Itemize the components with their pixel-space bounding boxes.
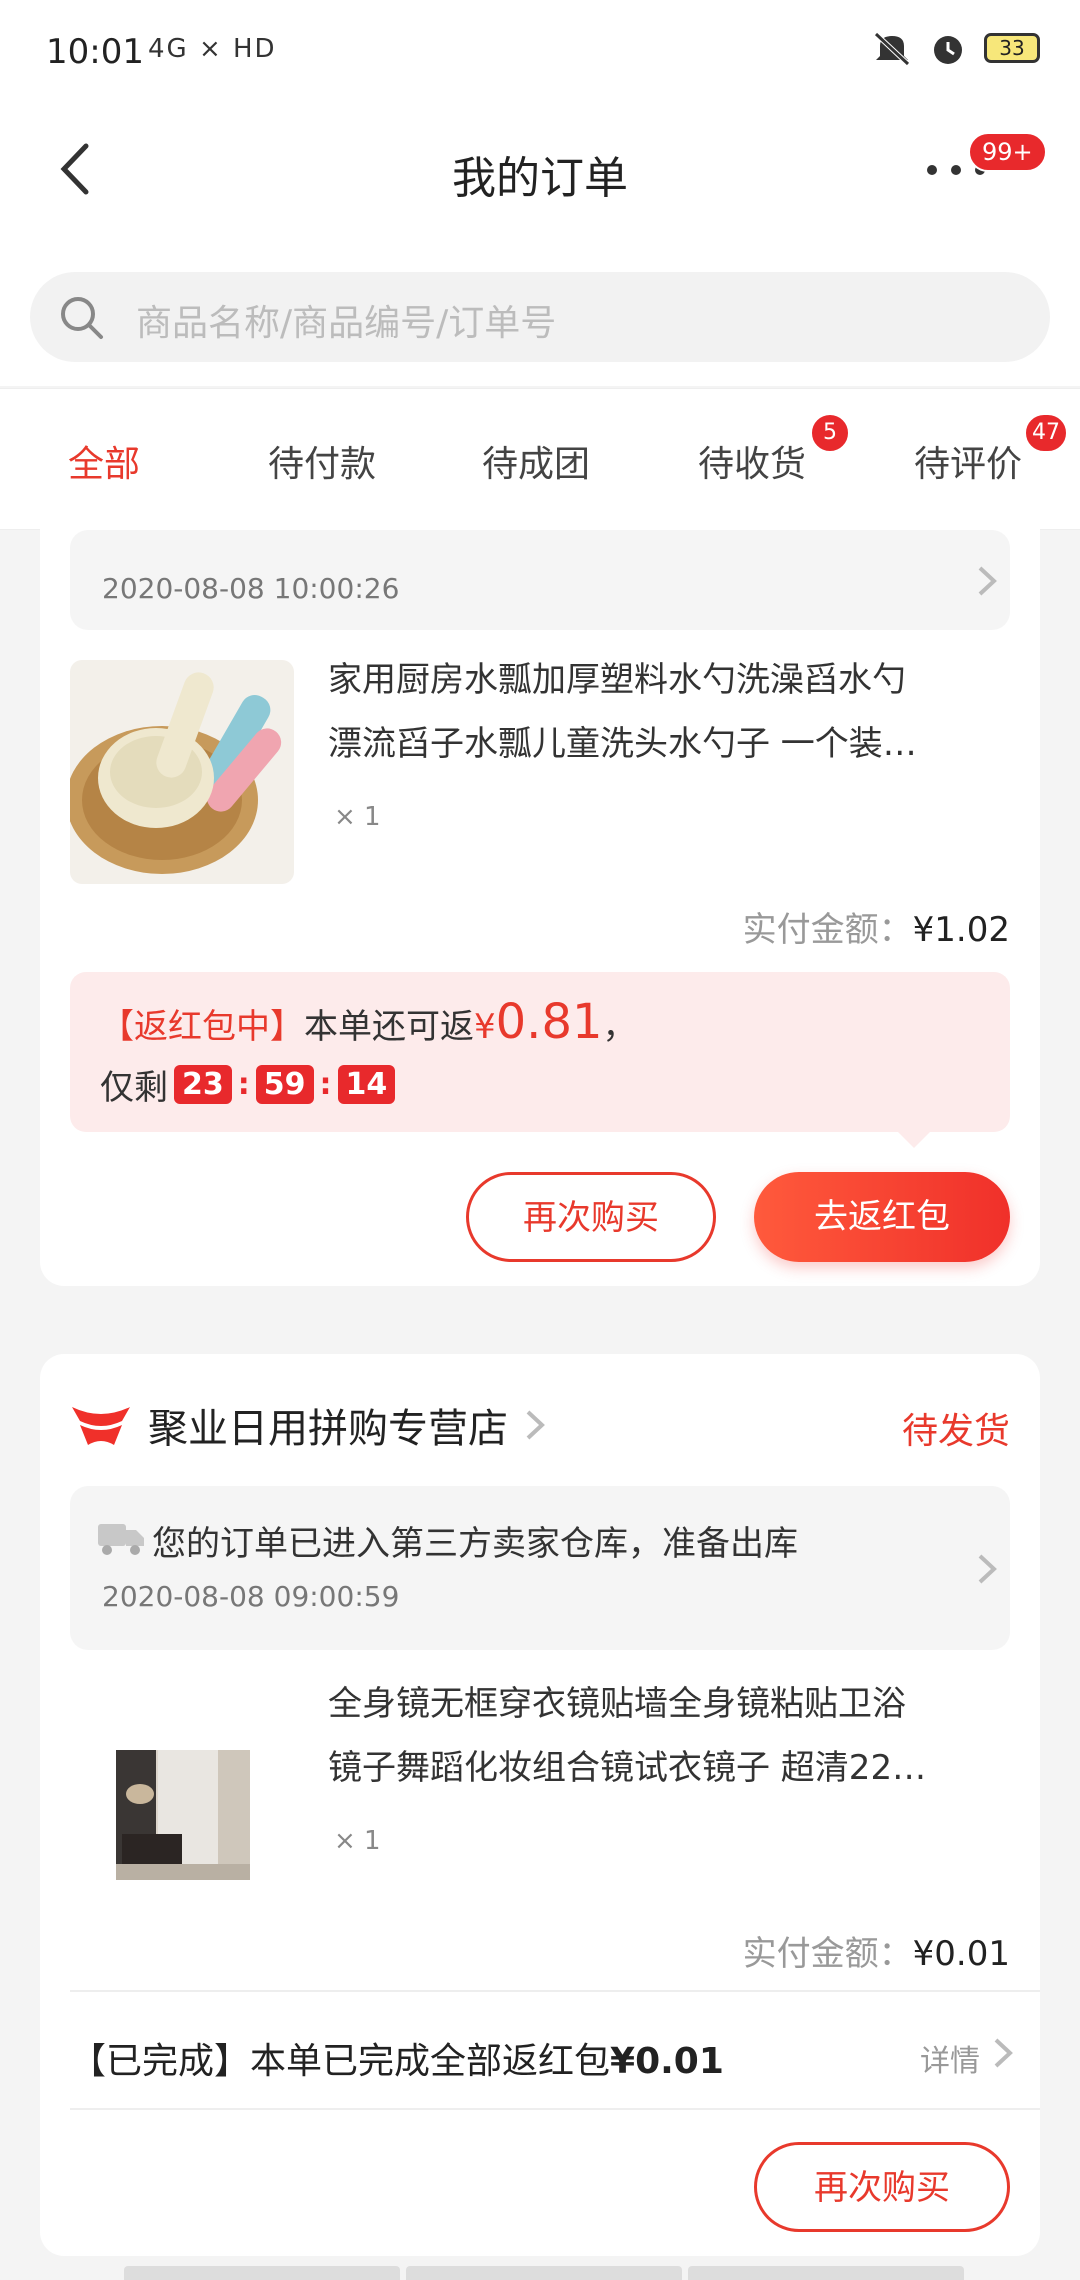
tab-all[interactable]: 全部 [68,435,140,487]
order-card: 2020-08-08 10:00:26 家用厨房水瓢加厚塑料水勺洗澡舀水勺 漂流… [40,520,1040,1286]
done-text: 本单已完成全部返红包 [250,2041,611,2082]
tab-pending-payment[interactable]: 待付款 [268,435,376,487]
product-image[interactable] [70,1684,294,1908]
nav-bar: 我的订单 99+ [0,104,1080,234]
alarm-icon [934,36,962,64]
shop-logo-icon [72,1407,130,1445]
rebate-complete-row[interactable]: 【已完成】本单已完成全部返红包¥0.01 详情 [70,1990,1040,2110]
paid-value: ¥1.02 [912,910,1010,950]
bottom-edge [124,2266,964,2280]
network-indicator: 4G × HD [148,34,277,64]
rebate-comma: ， [602,1007,637,1047]
rebate-tag: 【返红包中】 [100,1007,304,1047]
paid-value: ¥0.01 [912,1934,1010,1974]
done-tag: 【已完成】 [70,2041,251,2082]
product-title-line1[interactable]: 全身镜无框穿衣镜贴墙全身镜粘贴卫浴 [328,1672,1018,1736]
rebate-amount: 0.81 [495,994,603,1050]
order-status: 待发货 [901,1411,1010,1452]
truck-icon [98,1524,144,1555]
search-section: 商品名称/商品编号/订单号 [0,234,1080,386]
rebate-currency: ¥ [474,1007,496,1047]
tab-pending-review[interactable]: 待评价 [914,435,1022,487]
search-input[interactable]: 商品名称/商品编号/订单号 [30,272,1050,362]
status-icons: 33 [872,30,1040,66]
tab-pending-receipt[interactable]: 待收货 [698,435,806,487]
chevron-right-icon [978,1554,997,1584]
logistics-text: 您的订单已进入第三方卖家仓库，准备出库 [152,1524,798,1564]
remain-label: 仅剩 [100,1068,168,1108]
chevron-right-icon [994,2038,1013,2068]
order-tabs: 全部 待付款 待成团 待收货 5 待评价 47 [0,388,1080,530]
search-placeholder: 商品名称/商品编号/订单号 [136,303,557,344]
chevron-right-icon [978,566,997,596]
get-rebate-button[interactable]: 去返红包 [754,1172,1010,1262]
product-quantity: × 1 [334,802,381,832]
product-quantity: × 1 [334,1826,381,1856]
product-title-line2[interactable]: 漂流舀子水瓢儿童洗头水勺子 一个装… [328,712,1018,776]
shop-name: 聚业日用拼购专营店 [148,1406,508,1452]
page-title: 我的订单 [452,153,628,204]
tab-pending-group[interactable]: 待成团 [482,435,590,487]
rebuy-button[interactable]: 再次购买 [466,1172,716,1262]
status-time: 10:01 [46,32,144,72]
paid-amount: 实付金额：¥0.01 [743,1926,1010,1975]
product-title-line1[interactable]: 家用厨房水瓢加厚塑料水勺洗澡舀水勺 [328,648,1018,712]
order-card: 聚业日用拼购专营店 待发货 您的订单已进入第三方卖家仓库，准备出库 2020-0… [40,1354,1040,2256]
tab-badge-review: 47 [1024,413,1068,453]
product-image-mirror [70,1684,294,1908]
product-title-line2[interactable]: 镜子舞蹈化妆组合镜试衣镜子 超清22… [328,1736,1018,1800]
done-amount: ¥0.01 [610,2041,724,2082]
rebuy-button[interactable]: 再次购买 [754,2142,1010,2232]
message-badge: 99+ [968,132,1047,172]
shop-header[interactable]: 聚业日用拼购专营店 [70,1396,546,1454]
detail-link[interactable]: 详情 [920,2036,980,2080]
logistics-date: 2020-08-08 10:00:26 [102,572,400,605]
banner-pointer [898,1132,930,1148]
rebate-line: 【返红包中】本单还可返¥0.81， [100,994,637,1050]
battery-icon: 33 [984,33,1040,63]
tab-badge-receipt: 5 [810,413,850,453]
rebate-text: 本单还可返 [304,1007,474,1047]
logistics-date: 2020-08-08 09:00:59 [102,1580,400,1613]
product-image[interactable] [70,660,294,884]
countdown-hours: 23 [174,1065,232,1104]
mute-icon [874,32,910,66]
search-icon [61,297,103,339]
paid-label: 实付金额： [742,1934,913,1974]
countdown-minutes: 59 [255,1065,314,1104]
chevron-right-icon [526,1410,545,1440]
rebate-banner: 【返红包中】本单还可返¥0.81， 仅剩 23 : 59 : 14 [70,972,1010,1148]
paid-label: 实付金额： [742,910,913,950]
product-image-ladle [70,660,294,884]
status-bar: 10:01 4G × HD 33 [0,0,1080,104]
countdown-separator: : [237,1067,250,1102]
logistics-row[interactable]: 您的订单已进入第三方卖家仓库，准备出库 2020-08-08 09:00:59 [70,1486,1010,1650]
countdown-seconds: 14 [337,1065,396,1104]
logistics-row[interactable]: 2020-08-08 10:00:26 [70,530,1010,630]
rebate-complete-text: 【已完成】本单已完成全部返红包¥0.01 [70,2032,724,2084]
paid-amount: 实付金额：¥1.02 [743,902,1010,951]
countdown-separator: : [319,1067,332,1102]
countdown: 仅剩 23 : 59 : 14 [100,1060,396,1109]
